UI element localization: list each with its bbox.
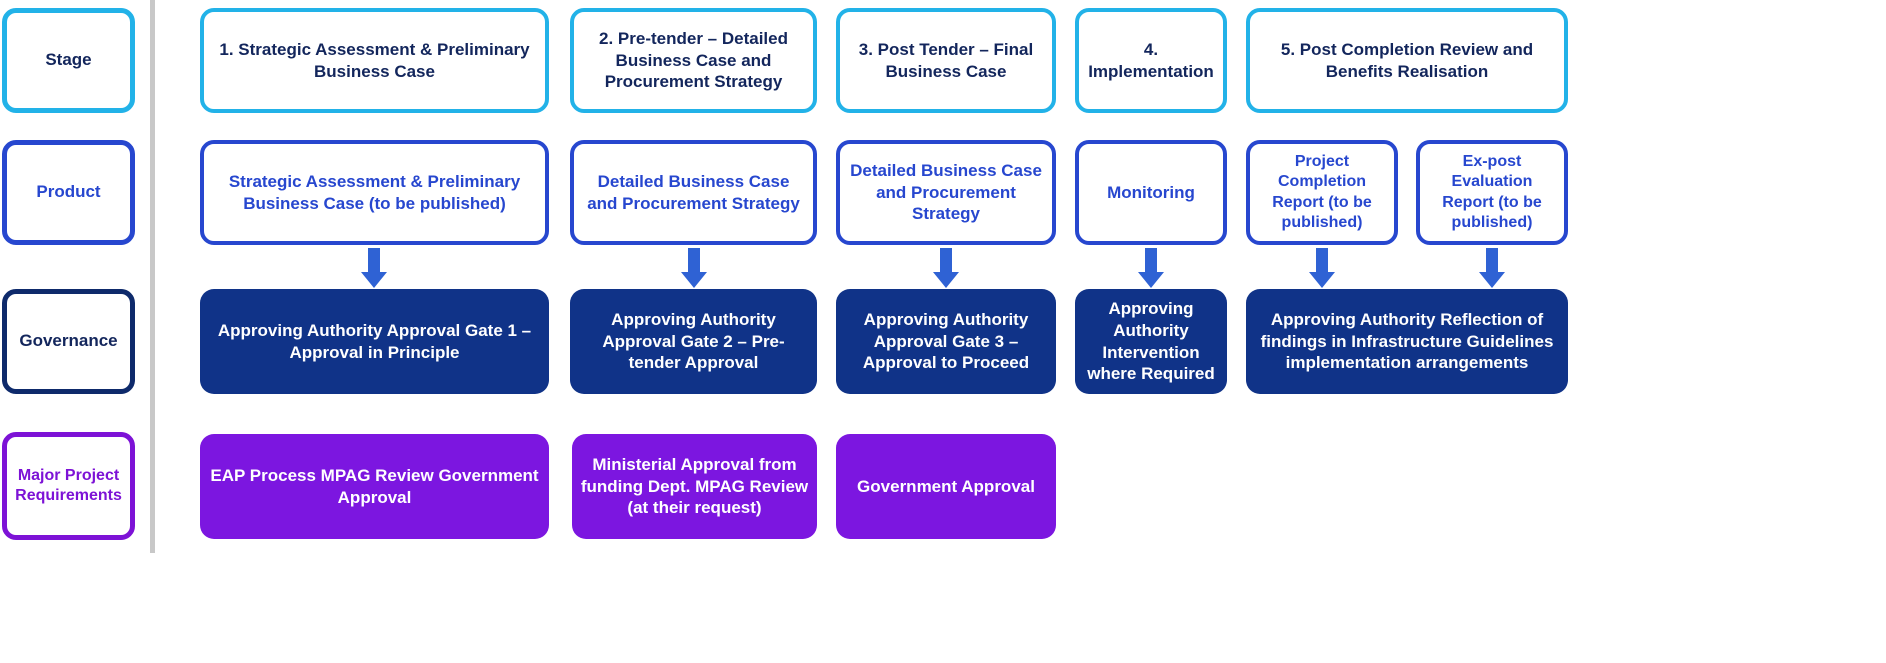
- arrow-product-to-governance-6: [1478, 248, 1506, 288]
- product-box-6-text: Ex-post Evaluation Report (to be publish…: [1442, 152, 1542, 231]
- governance-box-5[interactable]: Approving Authority Reflection of findin…: [1246, 289, 1568, 394]
- product-box-1[interactable]: Strategic Assessment & Preliminary Busin…: [200, 140, 549, 245]
- stage-box-3[interactable]: 3. Post Tender – Final Business Case: [836, 8, 1056, 113]
- stage-box-4[interactable]: 4. Implementation: [1075, 8, 1227, 113]
- row-label-product-text: Product: [36, 182, 101, 202]
- stage-box-2[interactable]: 2. Pre-tender – Detailed Business Case a…: [570, 8, 817, 113]
- product-box-5-text: Project Completion Report (to be publish…: [1272, 152, 1372, 231]
- product-box-3-text: Detailed Business Case and Procurement S…: [850, 160, 1042, 224]
- product-box-2[interactable]: Detailed Business Case and Procurement S…: [570, 140, 817, 245]
- row-label-governance-text: Governance: [19, 331, 118, 351]
- major-requirement-box-2[interactable]: Ministerial Approval from funding Dept. …: [572, 434, 817, 539]
- governance-box-5-text: Approving Authority Reflection of findin…: [1260, 309, 1554, 373]
- stage-box-3-text: 3. Post Tender – Final Business Case: [858, 39, 1034, 81]
- row-label-stage: Stage: [2, 8, 135, 113]
- governance-box-3[interactable]: Approving Authority Approval Gate 3 – Ap…: [836, 289, 1056, 394]
- arrow-product-to-governance-5: [1308, 248, 1336, 288]
- product-box-4[interactable]: Monitoring: [1075, 140, 1227, 245]
- governance-box-2-text: Approving Authority Approval Gate 2 – Pr…: [602, 309, 785, 373]
- governance-box-4[interactable]: Approving Authority Intervention where R…: [1075, 289, 1227, 394]
- stage-box-4-text: 4. Implementation: [1088, 39, 1214, 81]
- row-label-major-project-requirements-text: Major Project Requirements: [15, 467, 122, 504]
- product-box-2-text: Detailed Business Case and Procurement S…: [587, 171, 800, 213]
- arrow-product-to-governance-4: [1137, 248, 1165, 288]
- product-box-5[interactable]: Project Completion Report (to be publish…: [1246, 140, 1398, 245]
- process-flow-diagram: Stage Product Governance Major Project R…: [0, 0, 1886, 663]
- product-box-1-text: Strategic Assessment & Preliminary Busin…: [228, 171, 521, 213]
- row-label-major-project-requirements: Major Project Requirements: [2, 432, 135, 540]
- major-requirement-box-1[interactable]: EAP Process MPAG Review Government Appro…: [200, 434, 549, 539]
- stage-box-5-text: 5. Post Completion Review and Benefits R…: [1280, 39, 1534, 81]
- product-box-4-text: Monitoring: [1107, 182, 1195, 202]
- stage-box-1-text: 1. Strategic Assessment & Preliminary Bu…: [219, 39, 530, 81]
- column-divider: [150, 0, 155, 553]
- governance-box-4-text: Approving Authority Intervention where R…: [1087, 299, 1215, 384]
- stage-box-1[interactable]: 1. Strategic Assessment & Preliminary Bu…: [200, 8, 549, 113]
- major-requirement-box-3[interactable]: Government Approval: [836, 434, 1056, 539]
- arrow-product-to-governance-1: [360, 248, 388, 288]
- product-box-6[interactable]: Ex-post Evaluation Report (to be publish…: [1416, 140, 1568, 245]
- row-label-governance: Governance: [2, 289, 135, 394]
- row-label-stage-text: Stage: [45, 50, 92, 70]
- governance-box-3-text: Approving Authority Approval Gate 3 – Ap…: [862, 309, 1030, 373]
- row-label-product: Product: [2, 140, 135, 245]
- stage-box-5[interactable]: 5. Post Completion Review and Benefits R…: [1246, 8, 1568, 113]
- governance-box-2[interactable]: Approving Authority Approval Gate 2 – Pr…: [570, 289, 817, 394]
- stage-box-2-text: 2. Pre-tender – Detailed Business Case a…: [599, 28, 788, 92]
- major-requirement-box-1-text: EAP Process MPAG Review Government Appro…: [210, 465, 539, 507]
- major-requirement-box-2-text: Ministerial Approval from funding Dept. …: [580, 454, 809, 518]
- major-requirement-box-3-text: Government Approval: [857, 476, 1035, 496]
- governance-box-1[interactable]: Approving Authority Approval Gate 1 – Ap…: [200, 289, 549, 394]
- product-box-3[interactable]: Detailed Business Case and Procurement S…: [836, 140, 1056, 245]
- arrow-product-to-governance-3: [932, 248, 960, 288]
- governance-box-1-text: Approving Authority Approval Gate 1 – Ap…: [217, 320, 532, 362]
- arrow-product-to-governance-2: [680, 248, 708, 288]
